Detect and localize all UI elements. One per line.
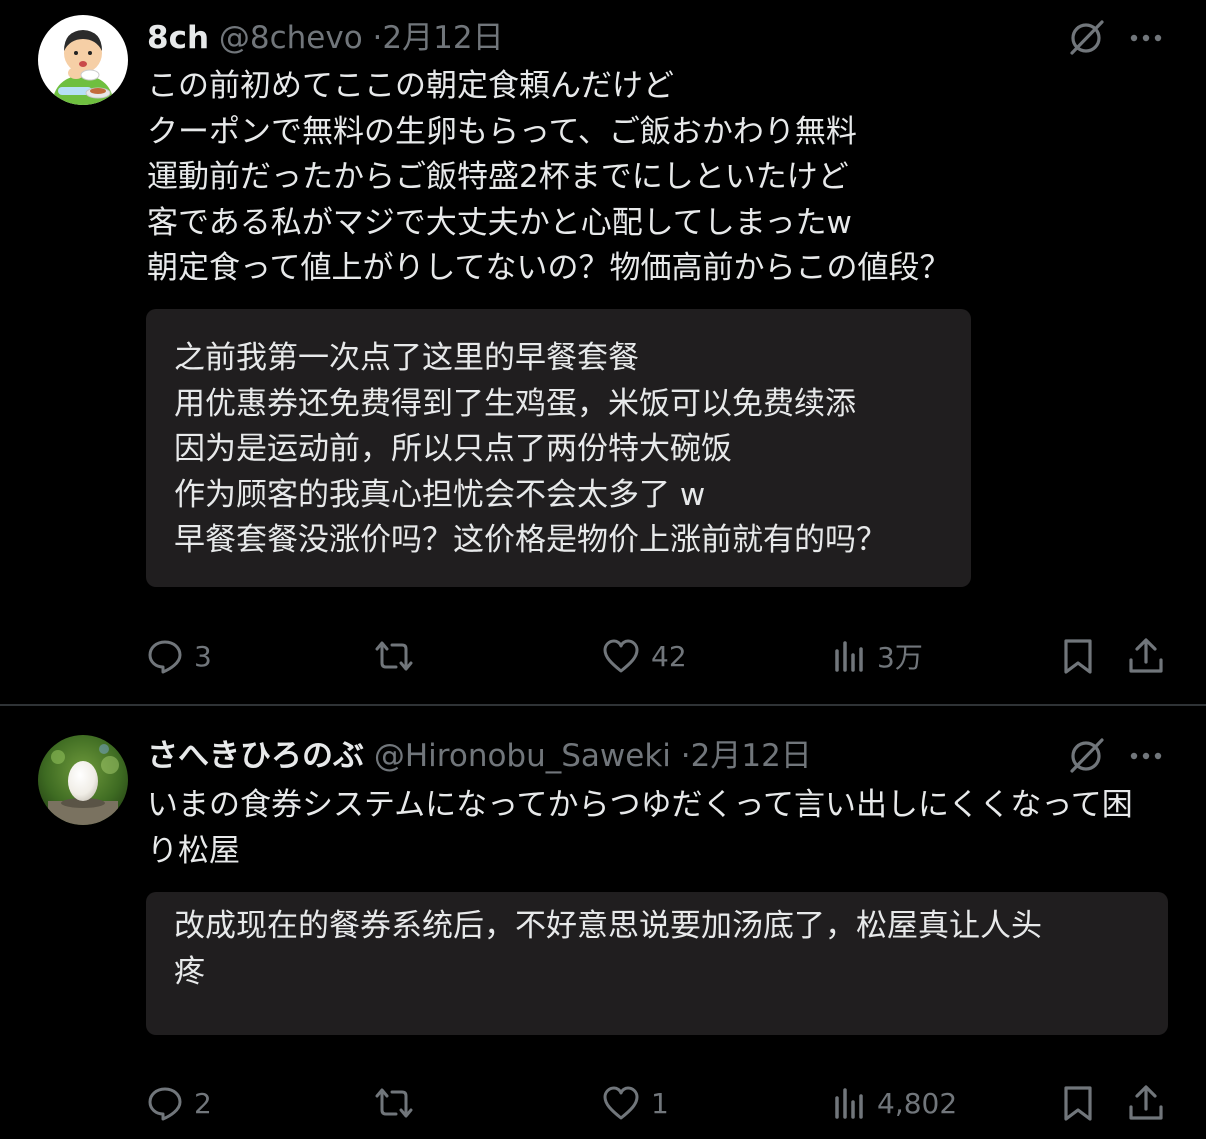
like-button[interactable]: 42 — [601, 631, 687, 681]
post-text-line: り松屋 — [147, 832, 240, 869]
share-button[interactable] — [1126, 631, 1166, 681]
more-dots-icon[interactable] — [1126, 736, 1166, 776]
avatar[interactable] — [38, 15, 128, 105]
post-header: さへきひろのぶ @Hironobu_Saweki ·2月12日 — [147, 734, 812, 778]
share-upload-icon — [1129, 1085, 1163, 1120]
views-button[interactable]: 4,802 — [831, 1078, 957, 1128]
grok-slash-icon[interactable] — [1066, 736, 1106, 776]
repost-icon — [375, 641, 413, 671]
post-text: いまの食券システムになってからつゆだくって言い出しにくくなって困 り松屋 — [147, 783, 1167, 874]
like-count: 42 — [651, 639, 687, 673]
reply-bubble-icon — [148, 640, 182, 674]
bookmark-icon — [1064, 1086, 1092, 1121]
author-name[interactable]: さへきひろのぶ — [147, 738, 364, 774]
reply-button[interactable]: 3 — [146, 631, 212, 681]
grok-slash-icon[interactable] — [1066, 18, 1106, 58]
translation-box: 改成现在的餐券系统后，不好意思说要加汤底了，松屋真让人头 疼 — [146, 892, 1168, 1035]
repost-icon — [375, 1088, 413, 1118]
reply-count: 2 — [194, 1086, 212, 1120]
reply-count: 3 — [194, 639, 212, 673]
post-date[interactable]: 2月12日 — [691, 738, 812, 774]
views-count: 4,802 — [877, 1086, 958, 1120]
translation-line: 改成现在的餐券系统后，不好意思说要加汤底了，松屋真让人头 — [174, 908, 1042, 944]
author-name[interactable]: 8ch — [147, 20, 209, 56]
translation-box: 之前我第一次点了这里的早餐套餐 用优惠券还免费得到了生鸡蛋，米饭可以免费续添 因… — [146, 309, 971, 587]
reply-bubble-icon — [148, 1087, 182, 1121]
separator-dot: · — [372, 20, 383, 56]
post-date[interactable]: 2月12日 — [382, 20, 503, 56]
repost-button[interactable] — [372, 631, 426, 681]
avatar[interactable] — [38, 735, 128, 825]
translation-line: 疼 — [174, 953, 205, 990]
views-count: 3万 — [877, 641, 923, 674]
translation-line: 之前我第一次点了这里的早餐套餐 — [174, 340, 639, 376]
views-button[interactable]: 3万 — [831, 631, 923, 681]
post-text-line: クーポンで無料の生卵もらって、ご飯おかわり無料 — [147, 113, 857, 150]
heart-icon — [603, 639, 639, 673]
reply-button[interactable]: 2 — [146, 1078, 212, 1128]
like-count: 1 — [651, 1086, 669, 1120]
bookmark-button[interactable] — [1058, 1078, 1098, 1128]
translation-line: 用优惠券还免费得到了生鸡蛋，米饭可以免费续添 — [174, 385, 856, 422]
like-button[interactable]: 1 — [601, 1078, 669, 1128]
action-bar: 2 1 4,802 — [0, 1078, 1206, 1128]
post-text-line: 客である私がマジで大丈夫かと心配してしまったw — [147, 204, 852, 241]
post-text-line: いまの食券システムになってからつゆだくって言い出しにくくなって困 — [147, 787, 1133, 823]
repost-button[interactable] — [372, 1078, 426, 1128]
action-bar: 3 42 3万 — [0, 631, 1206, 681]
share-upload-icon — [1129, 638, 1163, 673]
post-text-line: この前初めてここの朝定食頼んだけど — [147, 68, 674, 104]
post-text: この前初めてここの朝定食頼んだけど クーポンで無料の生卵もらって、ご飯おかわり無… — [147, 64, 1167, 292]
author-handle[interactable]: @Hironobu_Saweki — [374, 738, 671, 774]
post-text-line: 朝定食って値上がりしてないの？物価高前からこの値段？ — [147, 250, 951, 286]
more-dots-icon[interactable] — [1126, 18, 1166, 58]
views-bar-chart-icon — [835, 1088, 863, 1119]
translation-line: 早餐套餐没涨价吗？这价格是物价上涨前就有的吗？ — [174, 522, 887, 558]
bookmark-icon — [1064, 639, 1092, 674]
post[interactable]: 8ch @8chevo ·2月12日 この前初めてここの朝定食頼んだけど クーポ… — [0, 0, 1206, 705]
heart-icon — [603, 1086, 639, 1120]
translation-line: 因为是运动前，所以只点了两份特大碗饭 — [174, 431, 732, 467]
post-text-line: 運動前だったからご飯特盛2杯までにしといたけど — [147, 159, 849, 195]
avatar-illustration — [38, 15, 128, 105]
post-header: 8ch @8chevo ·2月12日 — [147, 16, 504, 60]
separator-dot: · — [680, 738, 691, 774]
avatar-photo — [38, 735, 128, 825]
post[interactable]: さへきひろのぶ @Hironobu_Saweki ·2月12日 いまの食券システ… — [0, 706, 1206, 1139]
bookmark-button[interactable] — [1058, 631, 1098, 681]
author-handle[interactable]: @8chevo — [219, 20, 363, 56]
share-button[interactable] — [1126, 1078, 1166, 1128]
views-bar-chart-icon — [835, 641, 863, 672]
translation-line: 作为顾客的我真心担忧会不会太多了 w — [174, 476, 706, 513]
